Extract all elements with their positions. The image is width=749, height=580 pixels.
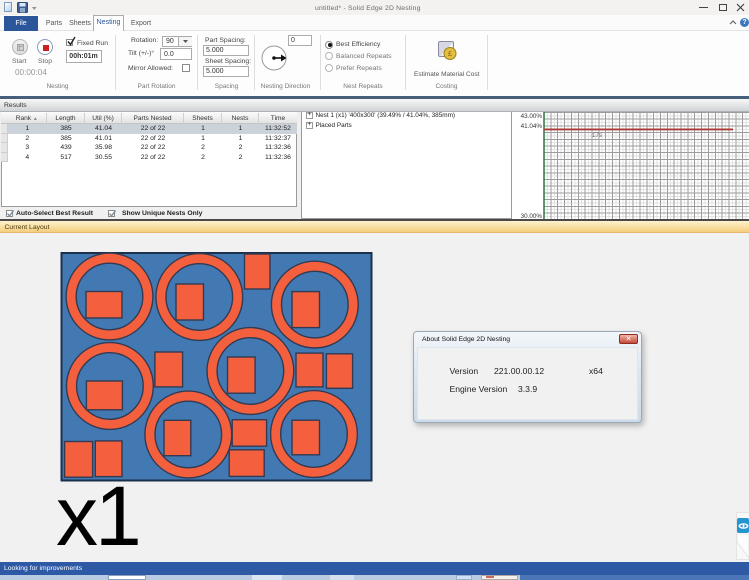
svg-text:£: £ bbox=[448, 51, 452, 58]
